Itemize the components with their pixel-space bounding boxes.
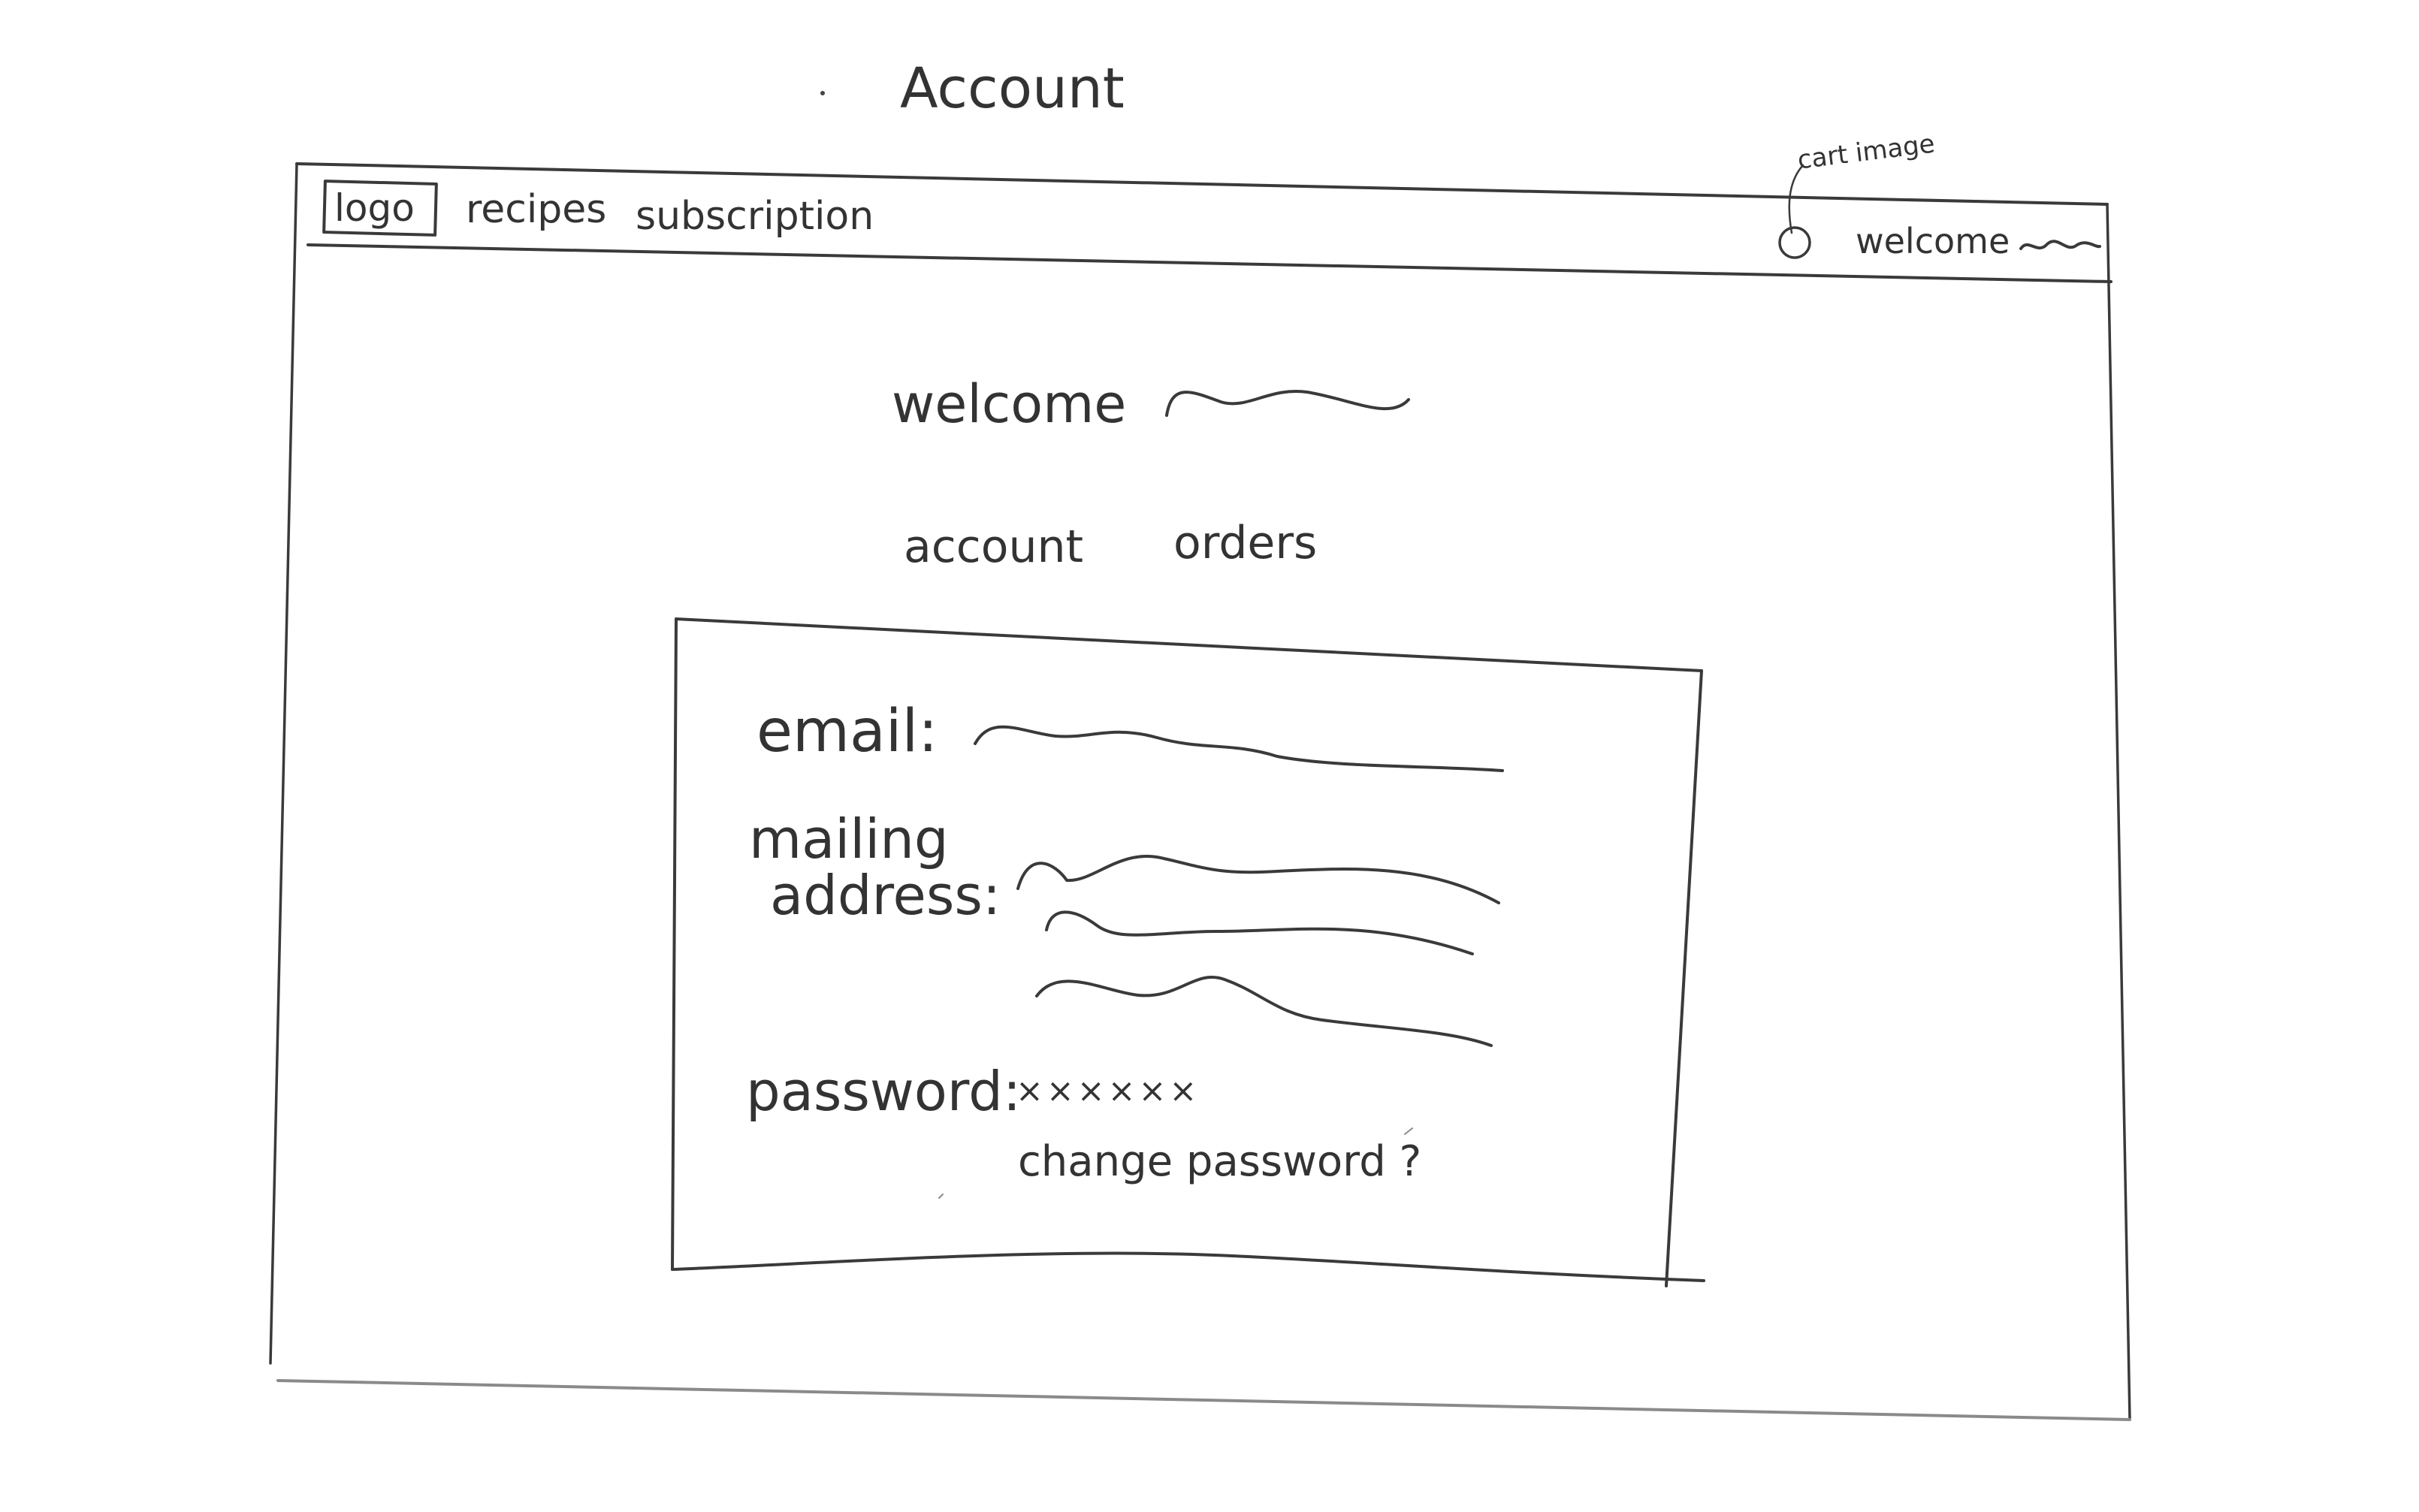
nav-link-subscription[interactable]: subscription <box>636 194 874 239</box>
navbar: logo recipes subscription cart image wel… <box>322 128 2101 261</box>
address-line2-scribble <box>1045 910 1474 955</box>
annotation-pointer <box>1788 164 1804 234</box>
page-title: Account <box>900 56 1125 121</box>
mailing-label-line1: mailing <box>749 807 949 871</box>
stray-mark <box>938 1194 944 1199</box>
browser-frame <box>269 162 2131 1421</box>
username-scribble <box>1165 389 1410 417</box>
address-line1-scribble <box>1016 855 1500 904</box>
nav-link-recipes[interactable]: recipes <box>466 187 606 232</box>
cart-annotation: cart image <box>1796 128 1937 175</box>
mailing-label-line2: address: <box>770 864 1001 927</box>
password-value: ×××××× <box>1016 1072 1200 1110</box>
tab-account[interactable]: account <box>904 521 1083 573</box>
stray-mark <box>1404 1127 1413 1135</box>
main-welcome: welcome <box>892 373 1126 435</box>
email-value-scribble <box>974 725 1504 772</box>
nav-username-scribble <box>2019 240 2101 250</box>
tab-orders[interactable]: orders <box>1173 517 1317 569</box>
address-line3-scribble <box>1035 976 1493 1047</box>
wireframe-sketch: Account logo recipes subscription cart i… <box>269 56 2131 1421</box>
logo[interactable]: logo <box>334 186 415 230</box>
change-password-link[interactable]: change password ? <box>1018 1137 1421 1186</box>
email-label: email: <box>757 698 938 765</box>
nav-welcome: welcome <box>1856 221 2010 261</box>
cart-icon[interactable] <box>1778 226 1811 259</box>
stray-mark <box>820 91 825 95</box>
password-label: password: <box>746 1060 1021 1123</box>
